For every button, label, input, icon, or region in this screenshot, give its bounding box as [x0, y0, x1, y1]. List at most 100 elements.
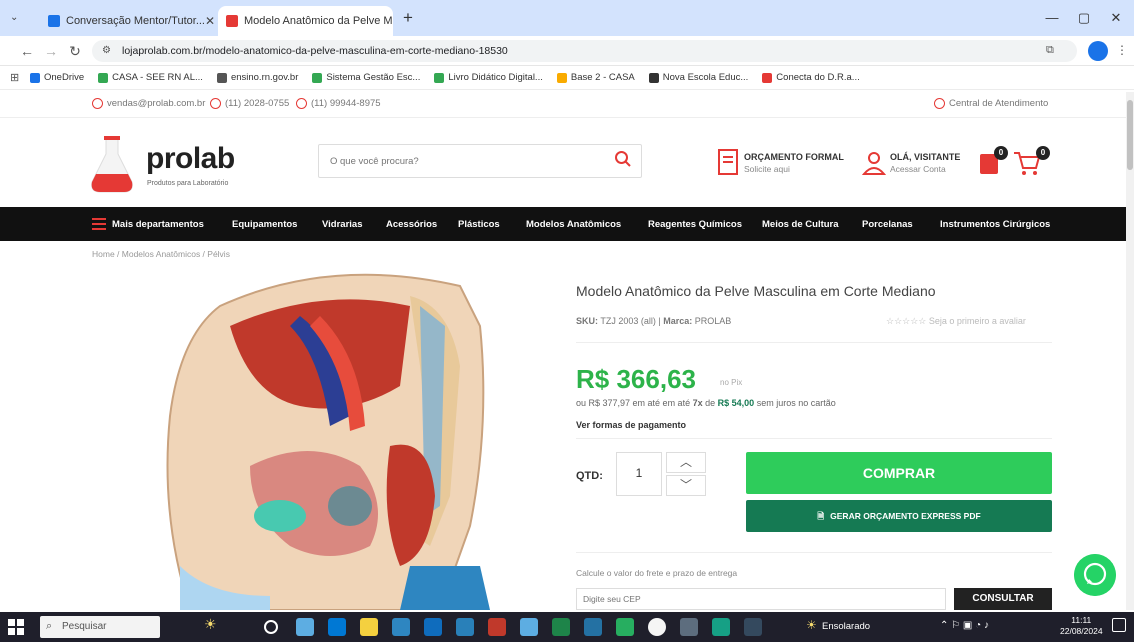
nav-item-equipamentos[interactable]: Equipamentos	[232, 219, 297, 230]
account-label[interactable]: OLÁ, VISITANTE	[890, 152, 960, 162]
logo-text[interactable]: prolab	[146, 142, 235, 176]
nav-item-porcelanas[interactable]: Porcelanas	[862, 219, 913, 230]
phone-icon	[210, 98, 221, 109]
nav-all-departments[interactable]: Mais departamentos	[112, 219, 204, 230]
scrollbar-thumb[interactable]	[1127, 100, 1133, 170]
service-center-link[interactable]: Central de Atendimento	[934, 98, 1048, 109]
app-icon[interactable]	[296, 618, 314, 636]
contact-phone1[interactable]: (11) 2028-0755	[210, 98, 289, 109]
product-image[interactable]	[150, 266, 530, 610]
site-info-icon[interactable]: ⚙	[102, 45, 111, 56]
nav-item-modelos-anatomicos[interactable]: Modelos Anatômicos	[526, 219, 621, 230]
divider	[576, 438, 1052, 439]
powerpoint-icon[interactable]	[488, 618, 506, 636]
teams-icon[interactable]	[584, 618, 602, 636]
search-icon[interactable]	[614, 150, 632, 168]
account-sub[interactable]: Acessar Conta	[890, 164, 946, 174]
payment-forms-link[interactable]: Ver formas de pagamento	[576, 420, 686, 430]
weather-widget-icon[interactable]: ☀	[204, 616, 217, 633]
minimize-button[interactable]: —	[1040, 8, 1064, 28]
cart-count-badge: 0	[1036, 146, 1050, 160]
contact-email-text: vendas@prolab.com.br	[107, 98, 206, 109]
bookmark-icon	[648, 72, 659, 83]
quantity-label: QTD:	[576, 470, 603, 482]
excel-icon[interactable]	[552, 618, 570, 636]
pdf-icon: 🗎	[817, 511, 825, 521]
reload-icon[interactable]: ↻	[66, 42, 84, 60]
weather-text[interactable]: Ensolarado	[822, 621, 870, 632]
tab-conversacao[interactable]: Conversação Mentor/Tutor... ✕	[40, 6, 215, 36]
bookmark-base[interactable]: Base 2 - CASA	[556, 72, 635, 83]
consult-shipping-button[interactable]: CONSULTAR	[954, 588, 1052, 610]
installments-info: ou R$ 377,97 em até em até 7x de R$ 54,0…	[576, 398, 836, 408]
quantity-input[interactable]	[620, 462, 658, 484]
whatsapp-icon[interactable]	[1074, 554, 1116, 596]
app-icon[interactable]	[616, 618, 634, 636]
nav-item-acessorios[interactable]: Acessórios	[386, 219, 437, 230]
quantity-increase-button[interactable]: ︿	[666, 452, 706, 473]
app-icon[interactable]	[744, 618, 762, 636]
edge-icon[interactable]	[328, 618, 346, 636]
extensions-icon[interactable]: ⧉	[1046, 44, 1054, 57]
bookmark-nova-escola[interactable]: Nova Escola Educ...	[648, 72, 749, 83]
close-window-button[interactable]: ✕	[1104, 8, 1128, 28]
profile-avatar[interactable]	[1088, 41, 1108, 61]
bookmark-label: Sistema Gestão Esc...	[326, 72, 421, 83]
nav-item-instrumentos[interactable]: Instrumentos Cirúrgicos	[940, 219, 1050, 230]
notifications-icon[interactable]	[1112, 618, 1126, 632]
rating-stars[interactable]: ☆☆☆☆☆ Seja o primeiro a avaliar	[886, 316, 1026, 327]
windows-start-icon[interactable]	[8, 619, 24, 635]
formal-quote-label[interactable]: ORÇAMENTO FORMAL	[744, 152, 844, 162]
word-icon[interactable]	[456, 618, 474, 636]
user-icon[interactable]	[862, 150, 886, 176]
nav-item-plasticos[interactable]: Plásticos	[458, 219, 500, 230]
cep-input[interactable]	[576, 588, 946, 610]
file-explorer-icon[interactable]	[360, 618, 378, 636]
mail-icon[interactable]	[424, 618, 442, 636]
tab-prolab-active[interactable]: Modelo Anatômico da Pelve M... ✕	[218, 6, 393, 36]
bookmark-conecta[interactable]: Conecta do D.R.a...	[762, 72, 860, 83]
bookmark-casa[interactable]: CASA - SEE RN AL...	[98, 72, 203, 83]
taskbar-clock[interactable]: 11:11 22/08/2024	[1060, 615, 1103, 637]
installments-text: de	[705, 398, 716, 408]
task-view-icon[interactable]	[264, 620, 278, 634]
nav-item-reagentes[interactable]: Reagentes Químicos	[648, 219, 742, 230]
menu-hamburger-icon[interactable]	[92, 218, 106, 230]
logo-flask-icon[interactable]	[90, 136, 134, 194]
new-tab-button[interactable]: +	[398, 8, 418, 28]
chrome-icon[interactable]	[648, 618, 666, 636]
bookmark-livro[interactable]: Livro Didático Digital...	[434, 72, 543, 83]
url-text[interactable]: lojaprolab.com.br/modelo-anatomico-da-pe…	[122, 45, 508, 57]
bookmark-label: Conecta do D.R.a...	[776, 72, 860, 83]
forward-icon[interactable]: →	[42, 42, 60, 60]
formal-quote-sub[interactable]: Solicite aqui	[744, 164, 790, 174]
bookmark-ensino[interactable]: ensino.rn.gov.br	[216, 72, 298, 83]
quantity-decrease-button[interactable]: ﹀	[666, 475, 706, 496]
system-tray-icons[interactable]: ⌃ ⚐ ▣ ◔ ♪	[940, 620, 989, 631]
menu-icon[interactable]: ⋮	[1116, 43, 1128, 57]
buy-button[interactable]: COMPRAR	[746, 452, 1052, 494]
nav-item-meios-cultura[interactable]: Meios de Cultura	[762, 219, 839, 230]
bookmark-icon	[216, 72, 227, 83]
contact-phone2[interactable]: (11) 99944-8975	[296, 98, 381, 109]
bookmark-label: Nova Escola Educ...	[662, 72, 749, 83]
store-icon[interactable]	[392, 618, 410, 636]
document-icon[interactable]	[716, 148, 740, 176]
tab-search-icon[interactable]: ⌄	[10, 12, 24, 26]
bookmark-onedrive[interactable]: OneDrive	[30, 72, 84, 83]
search-input[interactable]	[330, 152, 590, 170]
quote-pdf-button[interactable]: 🗎 GERAR ORÇAMENTO EXPRESS PDF	[746, 500, 1052, 532]
tab-close-icon[interactable]: ✕	[205, 14, 215, 28]
contact-email[interactable]: vendas@prolab.com.br	[92, 98, 205, 109]
app-icon[interactable]	[712, 618, 730, 636]
bookmark-sistema[interactable]: Sistema Gestão Esc...	[312, 72, 420, 83]
product-price: R$ 366,63	[576, 364, 696, 394]
back-icon[interactable]: ←	[18, 42, 36, 60]
breadcrumb[interactable]: Home / Modelos Anatômicos / Pélvis	[92, 249, 230, 259]
apps-grid-icon[interactable]: ⊞	[10, 71, 19, 84]
maximize-button[interactable]: ▢	[1072, 8, 1096, 28]
photos-icon[interactable]	[520, 618, 538, 636]
brand-value[interactable]: PROLAB	[695, 316, 732, 326]
app-icon[interactable]	[680, 618, 698, 636]
nav-item-vidrarias[interactable]: Vidrarias	[322, 219, 363, 230]
